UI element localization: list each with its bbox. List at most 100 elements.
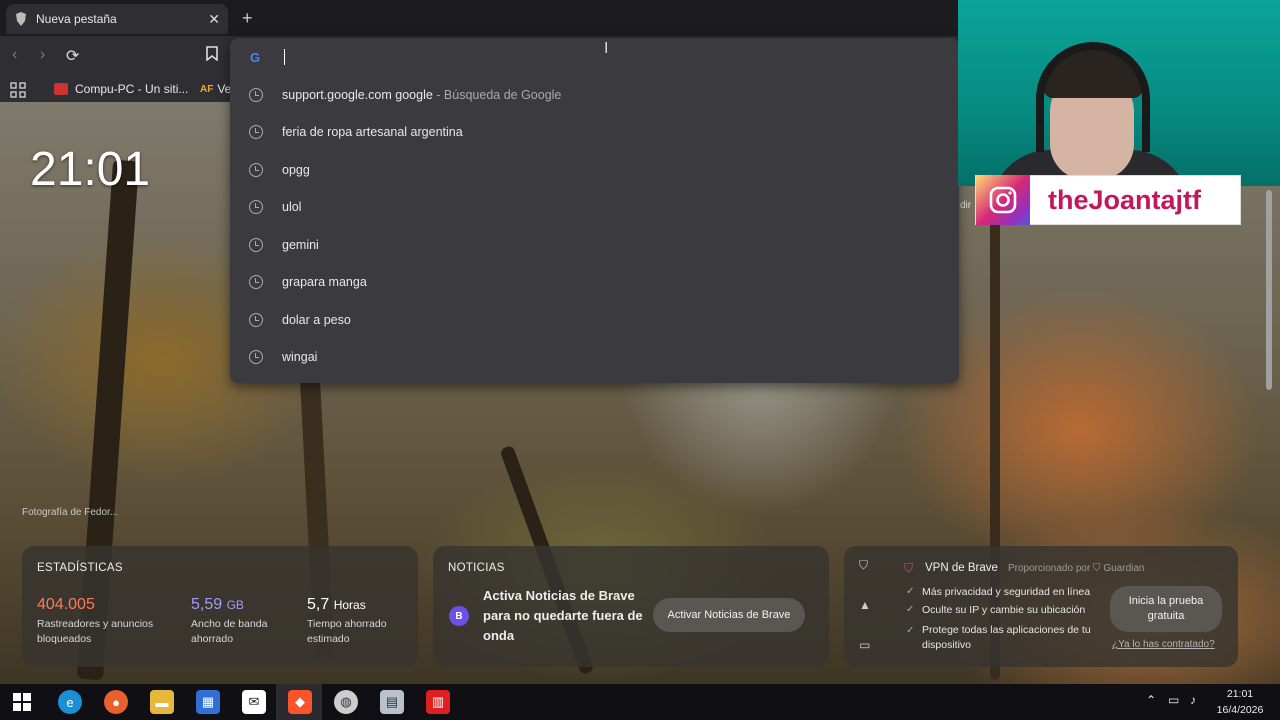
network-icon[interactable]: ▭ bbox=[1168, 692, 1179, 708]
brave-shield-icon bbox=[14, 12, 28, 26]
stat-number: 5,59 bbox=[191, 596, 223, 613]
vpn-title: VPN de Brave bbox=[925, 562, 998, 574]
news-promo-text: Activa Noticias de Brave para no quedart… bbox=[483, 588, 643, 643]
app-icon[interactable]: ▤ bbox=[380, 690, 404, 714]
app-icon[interactable]: ▥ bbox=[426, 690, 450, 714]
news-title: NOTICIAS bbox=[448, 562, 505, 574]
talk-icon[interactable]: ▲ bbox=[859, 598, 871, 612]
system-date: 16/4/2026 bbox=[1216, 704, 1264, 716]
vpn-feature: Más privacidad y seguridad en línea bbox=[906, 586, 1090, 598]
suggestion-text: opgg bbox=[282, 162, 310, 177]
site-favicon-icon: AF bbox=[200, 83, 214, 95]
already-purchased-link[interactable]: ¿Ya lo has contratado? bbox=[1112, 639, 1215, 650]
google-icon: G bbox=[250, 50, 261, 65]
stat-trackers: 404.005 Rastreadores y anuncios bloqueado… bbox=[37, 596, 153, 647]
scrollbar[interactable] bbox=[1266, 190, 1272, 390]
stat-number: 5,7 bbox=[307, 596, 330, 613]
clock: 21:01 bbox=[30, 143, 151, 196]
file-explorer-icon[interactable]: ▬ bbox=[150, 690, 174, 714]
instagram-handle: theJoantajtf bbox=[1048, 184, 1202, 215]
suggestion-item[interactable]: opgg bbox=[230, 151, 959, 188]
edge-icon[interactable]: e bbox=[58, 690, 82, 714]
stat-bandwidth: 5,59 GB Ancho de banda ahorrado bbox=[191, 596, 267, 647]
forward-icon[interactable]: › bbox=[40, 46, 45, 64]
history-icon bbox=[249, 349, 263, 364]
suggestion-item[interactable]: support.google.com google - Búsqueda de … bbox=[230, 76, 959, 113]
suggestion-subtext: - Búsqueda de Google bbox=[432, 87, 562, 102]
tab-new-tab[interactable]: Nueva pestaña ✕ bbox=[6, 4, 228, 34]
suggestion-text: grapara manga bbox=[282, 274, 367, 289]
brave-icon[interactable]: ◆ bbox=[288, 690, 312, 714]
suggestion-text: feria de ropa artesanal argentina bbox=[282, 124, 463, 139]
bookmark-compu-pc[interactable]: Compu-PC - Un siti... bbox=[54, 82, 188, 96]
omnibox-dropdown: G support.google.com google - Búsqueda d… bbox=[230, 38, 959, 383]
suggestion-item[interactable]: ulol bbox=[230, 188, 959, 225]
system-time: 21:01 bbox=[1226, 688, 1254, 700]
stat-unit: Horas bbox=[333, 598, 366, 612]
new-tab-button[interactable]: + bbox=[242, 8, 253, 29]
history-icon bbox=[249, 237, 263, 252]
vpn-feature: Oculte su IP y cambie su ubicación bbox=[906, 604, 1085, 616]
history-icon bbox=[249, 162, 263, 177]
bookmark-icon[interactable] bbox=[206, 46, 218, 66]
stat-unit: GB bbox=[226, 598, 244, 612]
bookmark-ve[interactable]: AF Ve bbox=[200, 82, 231, 96]
reload-icon[interactable]: ⟳ bbox=[66, 46, 79, 66]
tray-chevron-icon[interactable]: ⌃ bbox=[1146, 692, 1156, 708]
partial-text: dir bbox=[960, 200, 972, 211]
bookmark-label: Compu-PC - Un siti... bbox=[75, 82, 189, 96]
history-icon bbox=[249, 199, 263, 214]
vpn-icon: ⛉ bbox=[904, 561, 914, 575]
store-icon[interactable]: ▦ bbox=[196, 690, 220, 714]
suggestion-item[interactable]: wingai bbox=[230, 338, 959, 375]
brave-news-icon: B bbox=[449, 606, 469, 626]
stats-widget: ESTADÍSTICAS 404.005 Rastreadores y anun… bbox=[22, 546, 418, 667]
firefox-icon[interactable]: ● bbox=[104, 690, 128, 714]
suggestion-item[interactable]: grapara manga bbox=[230, 263, 959, 300]
tab-title: Nueva pestaña bbox=[36, 12, 117, 26]
suggestion-text: ulol bbox=[282, 199, 302, 214]
suggestion-item[interactable]: feria de ropa artesanal argentina bbox=[230, 113, 959, 150]
instagram-banner: theJoantajtf bbox=[975, 175, 1241, 225]
app-icon[interactable]: ◍ bbox=[334, 690, 358, 714]
stat-label: Rastreadores y anuncios bbox=[37, 618, 154, 630]
stat-label: Ancho de banda bbox=[191, 618, 268, 630]
history-icon bbox=[249, 312, 263, 327]
address-bar[interactable]: G bbox=[230, 38, 959, 76]
volume-icon[interactable]: ♪ bbox=[1190, 692, 1196, 708]
mail-icon[interactable]: ✉ bbox=[242, 690, 266, 714]
text-cursor-icon: I bbox=[604, 40, 609, 57]
vpn-widget: ⛉ ▲ ▭ ⛉ VPN de Brave Proporcionado por ⛉… bbox=[844, 546, 1238, 667]
apps-grid-icon[interactable] bbox=[10, 82, 26, 98]
rewards-icon[interactable]: ▭ bbox=[859, 638, 870, 652]
history-icon bbox=[249, 87, 263, 102]
stats-title: ESTADÍSTICAS bbox=[37, 562, 123, 574]
suggestion-text: support.google.com google bbox=[282, 87, 433, 102]
suggestion-text: wingai bbox=[282, 349, 318, 364]
taskbar bbox=[0, 684, 1280, 720]
suggestion-item[interactable]: dolar a peso bbox=[230, 301, 959, 338]
headset bbox=[1036, 42, 1150, 152]
close-tab-icon[interactable]: ✕ bbox=[208, 11, 220, 28]
windows-start-icon[interactable] bbox=[10, 690, 34, 714]
shield-icon[interactable]: ⛉ bbox=[859, 558, 868, 573]
vpn-feature: Protege todas las aplicaciones de tudisp… bbox=[906, 623, 1091, 653]
stat-number: 404.005 bbox=[37, 596, 95, 613]
instagram-icon bbox=[976, 175, 1030, 225]
system-clock[interactable]: 21:01 16/4/2026 bbox=[1212, 686, 1268, 718]
stat-label: bloqueados bbox=[37, 633, 92, 645]
stat-label: ahorrado bbox=[191, 633, 234, 645]
suggestion-text: gemini bbox=[282, 237, 319, 252]
history-icon bbox=[249, 274, 263, 289]
photo-credit[interactable]: Fotografía de Fedor... bbox=[22, 507, 118, 518]
start-trial-button[interactable]: Inicia la prueba gratuita bbox=[1110, 586, 1222, 632]
enable-news-button[interactable]: Activar Noticias de Brave bbox=[653, 598, 805, 632]
tab-strip: Nueva pestaña ✕ + bbox=[0, 0, 958, 36]
back-icon[interactable]: ‹ bbox=[12, 46, 17, 64]
news-widget: NOTICIAS B Activa Noticias de Brave para… bbox=[433, 546, 829, 667]
stat-time: 5,7 Horas Tiempo ahorrado estimado bbox=[307, 596, 387, 647]
stat-label: estimado bbox=[307, 633, 350, 645]
suggestion-item[interactable]: gemini bbox=[230, 226, 959, 263]
history-icon bbox=[249, 124, 263, 139]
suggestion-text: dolar a peso bbox=[282, 312, 351, 327]
